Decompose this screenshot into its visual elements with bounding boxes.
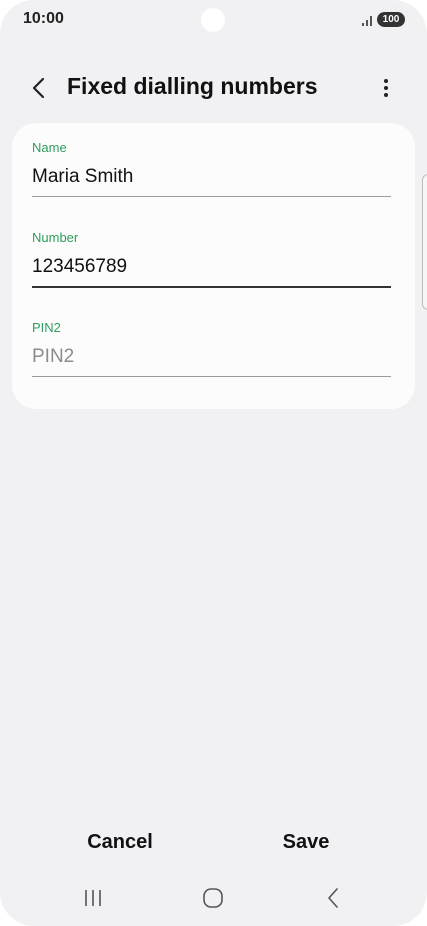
home-icon[interactable] [198, 884, 228, 912]
pin2-input[interactable] [32, 338, 391, 377]
status-time: 10:00 [23, 10, 64, 27]
cancel-button[interactable]: Cancel [40, 818, 200, 866]
number-input[interactable] [32, 248, 391, 288]
name-label: Name [32, 140, 67, 155]
save-button[interactable]: Save [226, 818, 386, 866]
signal-icon [362, 16, 372, 26]
pin2-label: PIN2 [32, 320, 61, 335]
fdn-form-card: Name Number PIN2 [12, 123, 415, 409]
recents-icon[interactable] [78, 884, 108, 912]
more-vertical-icon[interactable] [372, 74, 400, 102]
page-title: Fixed dialling numbers [67, 73, 318, 99]
name-input[interactable] [32, 158, 391, 197]
status-bar: 10:00 100 [0, 0, 427, 40]
battery-indicator: 100 [377, 12, 405, 27]
app-header: Fixed dialling numbers [0, 60, 427, 116]
phone-screen: 10:00 100 Fixed dialling numbers Name Nu… [0, 0, 427, 926]
nav-back-icon[interactable] [318, 884, 348, 912]
edge-panel-handle[interactable] [422, 174, 427, 310]
navigation-bar [0, 876, 427, 920]
chevron-left-icon[interactable] [26, 74, 54, 102]
bottom-actions: Cancel Save [0, 818, 427, 866]
number-label: Number [32, 230, 79, 245]
camera-cutout [201, 8, 225, 32]
